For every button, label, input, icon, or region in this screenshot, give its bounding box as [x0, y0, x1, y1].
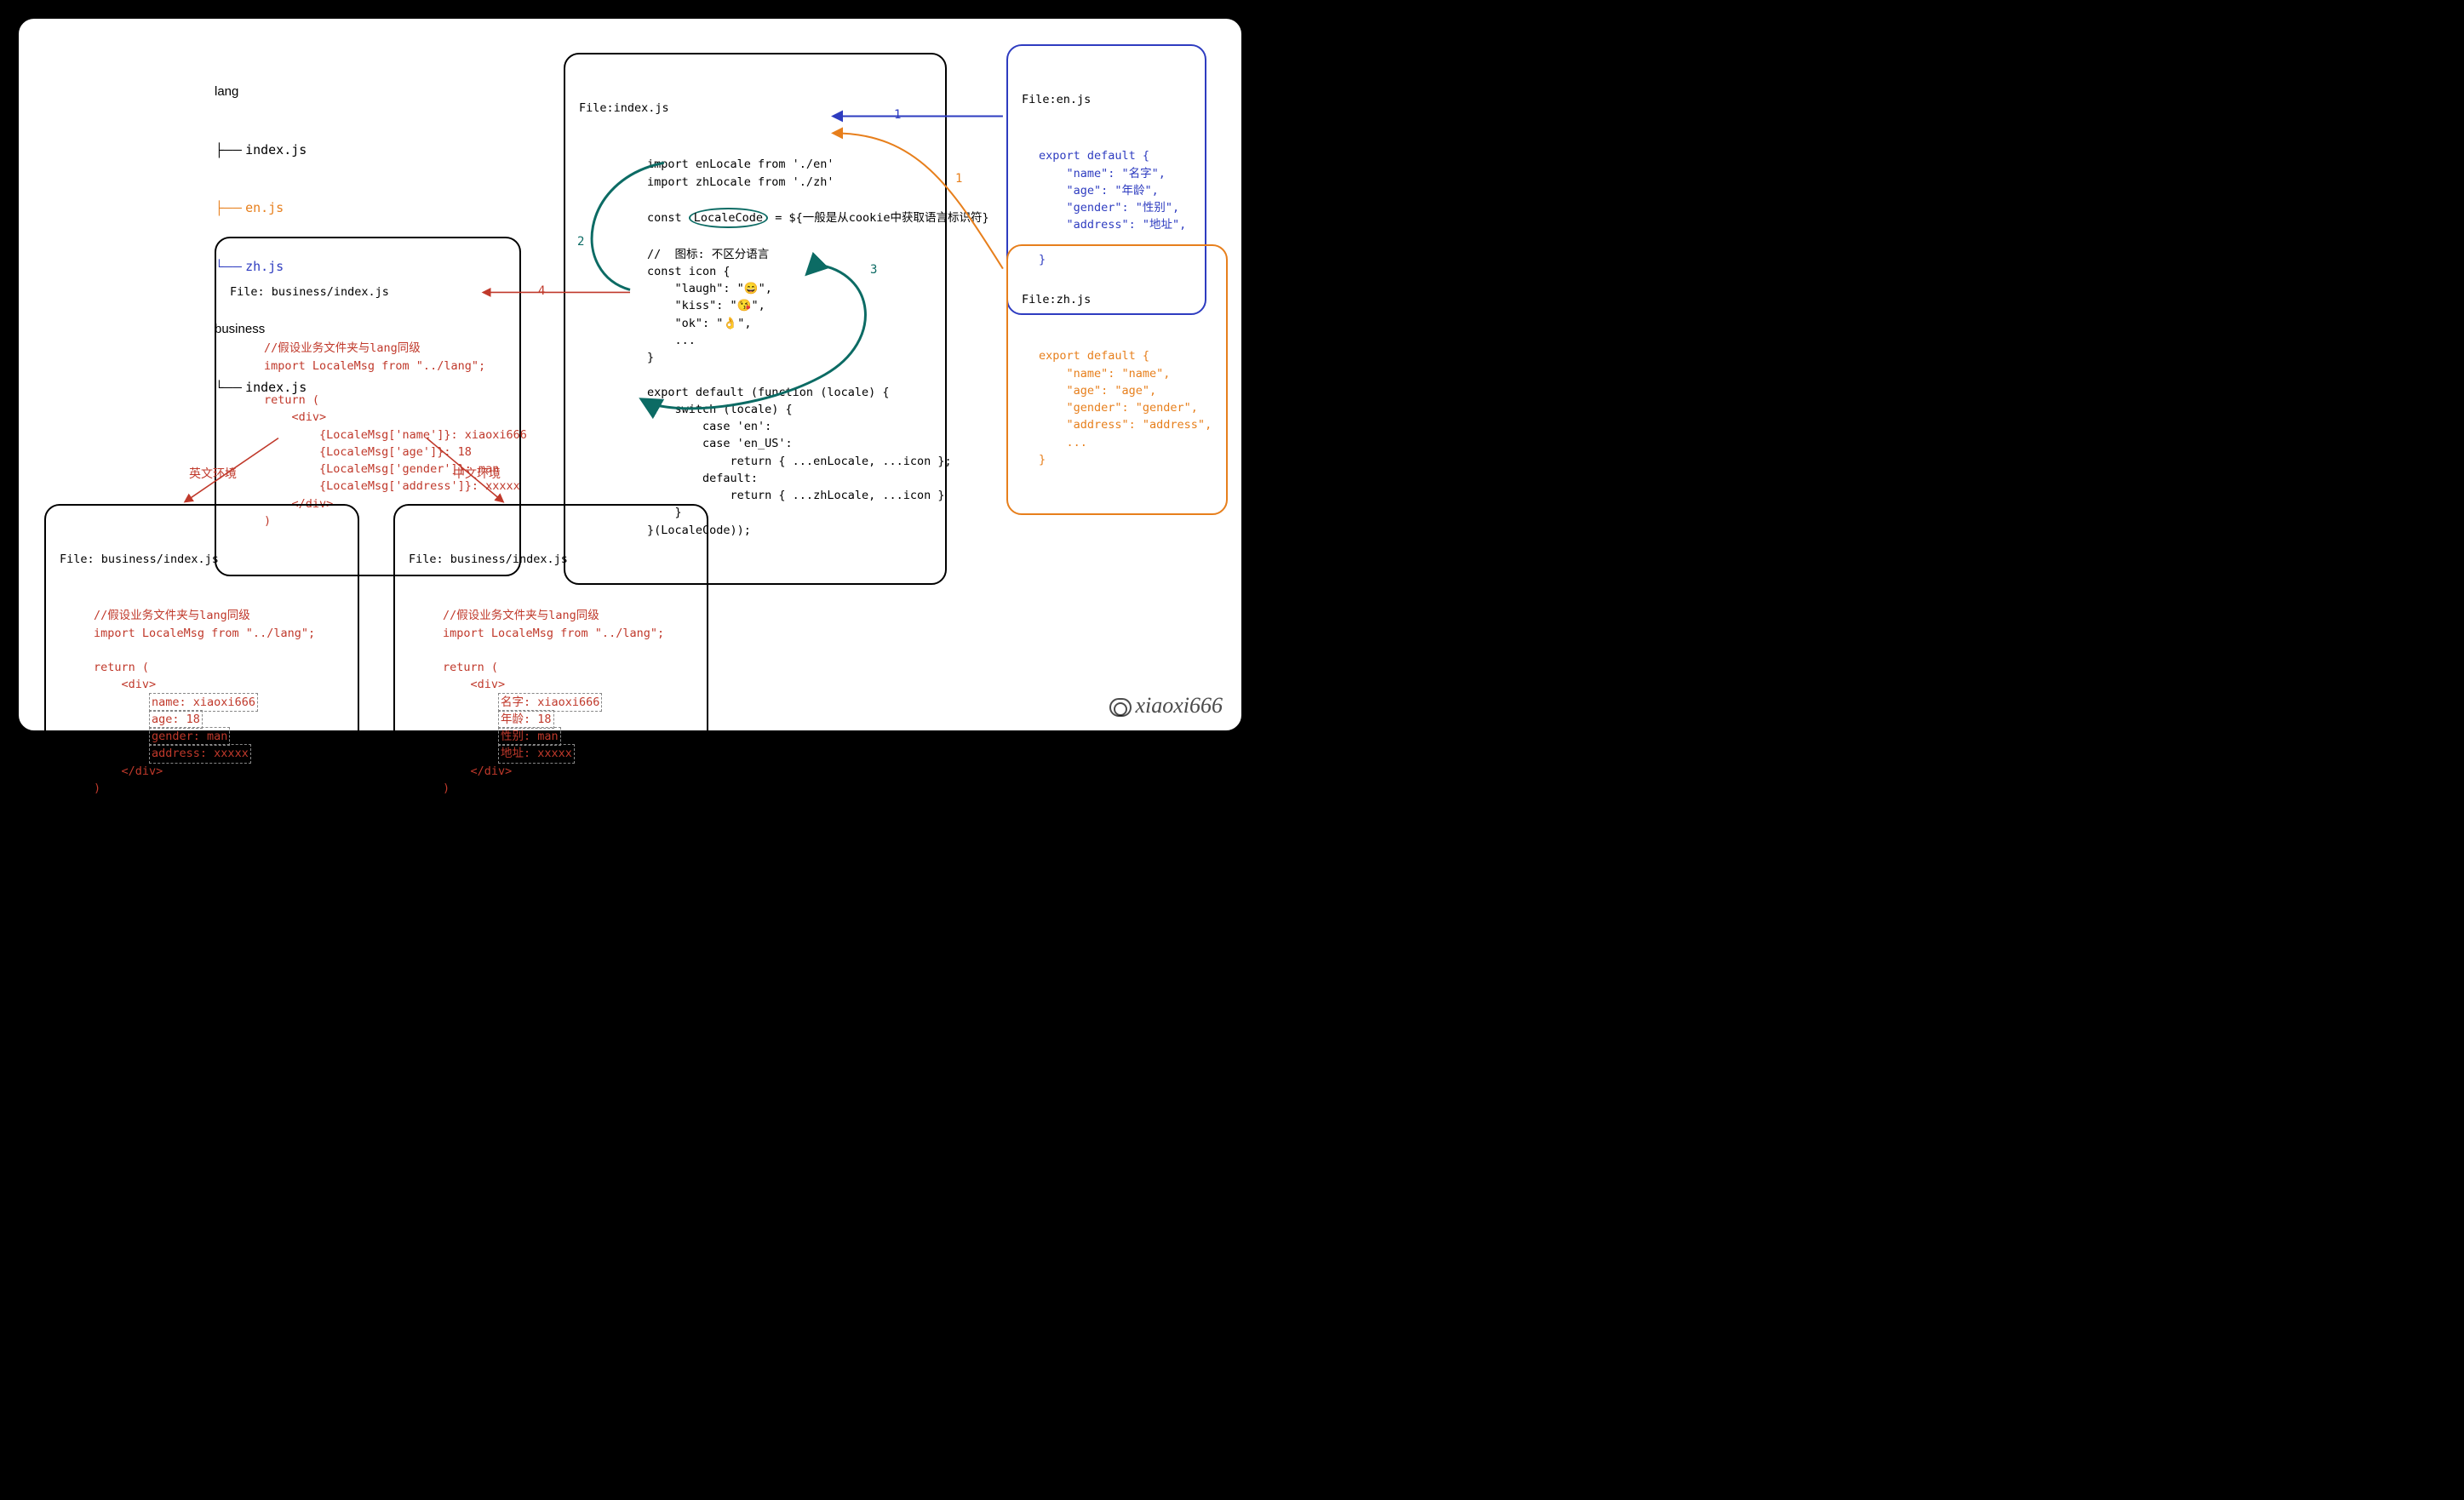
hl-zh-address: 地址: xxxxx [498, 744, 575, 763]
code-line: <div> [94, 678, 156, 691]
box-output-zh-title: File: business/index.js [409, 551, 693, 568]
code-line: //假设业务文件夹与lang同级 [264, 341, 421, 355]
code-line: export default { [1039, 349, 1149, 363]
code-line: "address": "address", [1039, 418, 1212, 432]
tree-en: en.js [245, 200, 284, 215]
code-line: ... [1039, 436, 1087, 449]
code-line: import zhLocale from './zh' [647, 175, 834, 189]
tree-branch-icon: ├── [215, 201, 245, 215]
box-index-title: File:index.js [579, 100, 931, 117]
code-line: case 'en': [647, 420, 771, 433]
code-line: "gender": "性别", [1039, 201, 1179, 215]
hl-en-gender: gender: man [149, 727, 230, 746]
code-line: return ( [443, 661, 498, 674]
box-zh: File:zh.js export default { "name": "nam… [1006, 244, 1228, 515]
label-1-blue: 1 [894, 106, 901, 124]
code-line: import LocaleMsg from "../lang"; [94, 627, 315, 640]
code-line: export default (function (locale) { [647, 386, 889, 399]
hl-zh-name: 名字: xiaoxi666 [498, 693, 602, 712]
code-line: } [1039, 453, 1046, 467]
code-line: "gender": "gender", [1039, 401, 1198, 415]
watermark: xiaoxi666 [1109, 689, 1223, 722]
code-line: return ( [264, 393, 319, 407]
box-business-title: File: business/index.js [230, 283, 506, 301]
code-line: const [647, 211, 689, 225]
code-line: "name": "名字", [1039, 167, 1166, 180]
hl-en-address: address: xxxxx [149, 744, 251, 763]
tree-index: index.js [245, 142, 307, 157]
code-line: {LocaleMsg['age']}: 18 [264, 445, 472, 459]
code-line: ) [443, 781, 450, 795]
code-line: return ( [94, 661, 149, 674]
hl-zh-gender: 性别: man [498, 727, 561, 746]
code-line: // 图标: 不区分语言 [647, 248, 769, 261]
code-line: //假设业务文件夹与lang同级 [443, 609, 599, 622]
code-line: } [647, 351, 654, 364]
code-line: ... [647, 334, 696, 347]
box-output-en-title: File: business/index.js [60, 551, 344, 568]
label-2: 2 [577, 233, 584, 251]
code-line: </div> [94, 764, 163, 778]
hl-zh-age: 年龄: 18 [498, 710, 554, 729]
code-line: default: [647, 472, 758, 485]
box-zh-title: File:zh.js [1022, 291, 1212, 308]
code-line: </div> [443, 764, 512, 778]
wechat-icon [1109, 698, 1132, 717]
label-zh-env: 中文环境 [453, 466, 501, 484]
code-line: "age": "年龄", [1039, 184, 1159, 198]
code-line: = ${一般是从cookie中获取语言标识符} [768, 211, 989, 225]
code-line: export default { [1039, 149, 1149, 163]
label-3: 3 [870, 261, 877, 279]
code-line: "kiss": "😘", [647, 299, 765, 312]
diagram-canvas: lang ├── index.js ├── en.js └── zh.js bu… [17, 17, 1243, 732]
code-line: {LocaleMsg['name']}: xiaoxi666 [264, 428, 527, 442]
code-line: "ok": "👌", [647, 317, 751, 330]
code-line: import LocaleMsg from "../lang"; [264, 359, 485, 373]
label-en-env: 英文环境 [189, 466, 237, 484]
code-line: "name": "name", [1039, 367, 1170, 381]
watermark-text: xiaoxi666 [1135, 693, 1223, 718]
code-line: import LocaleMsg from "../lang"; [443, 627, 664, 640]
code-line: "address": "地址", [1039, 218, 1186, 232]
hl-en-name: name: xiaoxi666 [149, 693, 258, 712]
code-line: <div> [264, 410, 326, 424]
code-line: //假设业务文件夹与lang同级 [94, 609, 250, 622]
locale-code-highlight: LocaleCode [689, 208, 768, 228]
box-en-title: File:en.js [1022, 91, 1191, 108]
hl-en-age: age: 18 [149, 710, 203, 729]
code-line: ) [94, 781, 100, 795]
code-line: import enLocale from './en' [647, 157, 834, 171]
label-4: 4 [538, 283, 545, 301]
tree-branch-icon: ├── [215, 143, 245, 157]
label-1-orange: 1 [955, 170, 962, 188]
code-line: <div> [443, 678, 505, 691]
tree-lang: lang [215, 83, 307, 102]
code-line: switch (locale) { [647, 403, 793, 416]
box-output-zh: File: business/index.js //假设业务文件夹与lang同级… [393, 504, 708, 844]
code-line: return { ...enLocale, ...icon }; [647, 455, 952, 468]
box-output-en: File: business/index.js //假设业务文件夹与lang同级… [44, 504, 359, 844]
code-line: "age": "age", [1039, 384, 1156, 398]
code-line: const icon { [647, 265, 731, 278]
code-line: return { ...zhLocale, ...icon } [647, 489, 945, 502]
code-line: case 'en_US': [647, 437, 793, 450]
code-line: "laugh": "😄", [647, 282, 772, 295]
